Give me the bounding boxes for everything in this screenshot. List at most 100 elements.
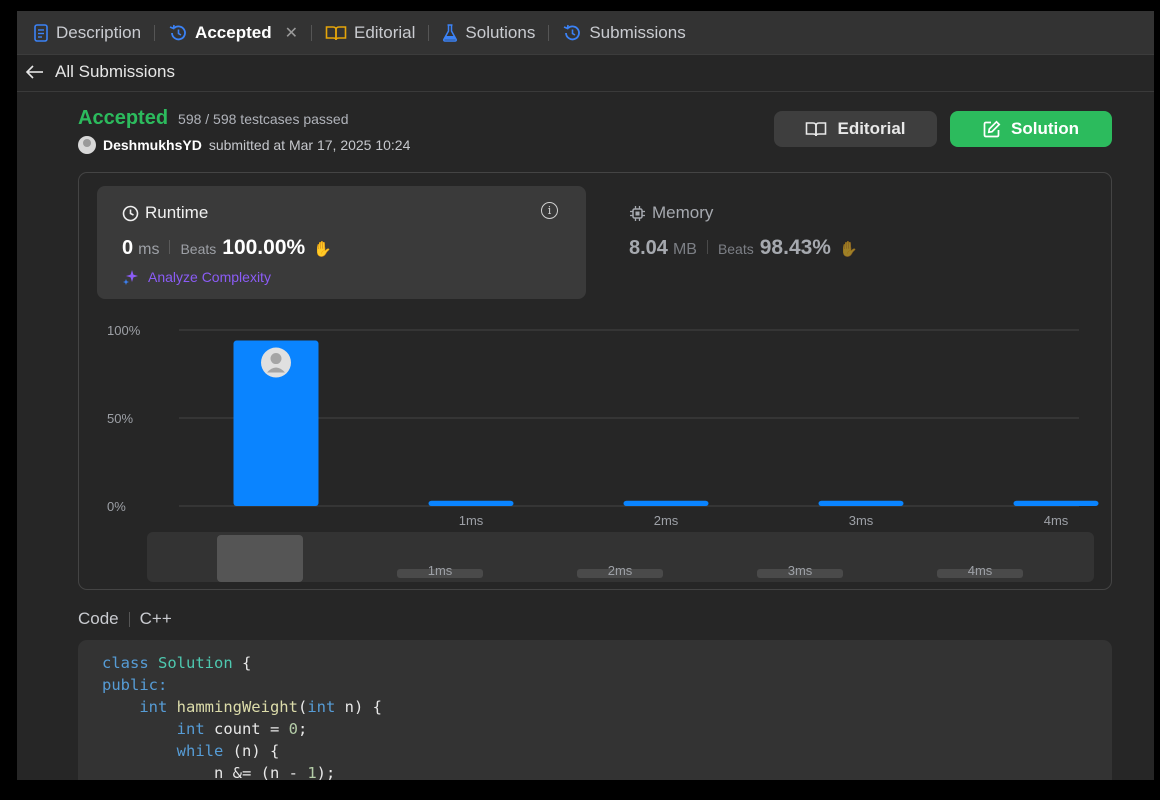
code-token: hammingWeight — [176, 698, 298, 716]
code-language: C++ — [139, 609, 172, 628]
tab-editorial[interactable]: Editorial — [325, 23, 415, 43]
tab-accepted[interactable]: Accepted ✕ — [168, 23, 298, 43]
code-token: 1 — [307, 764, 317, 780]
runtime-beats-percent: 100.00% — [222, 236, 306, 259]
tab-description[interactable]: Description — [33, 23, 141, 43]
document-icon — [34, 23, 48, 42]
tab-divider — [548, 24, 550, 41]
clap-icon: ✋ — [313, 241, 332, 258]
arrow-left-icon — [25, 65, 43, 79]
code-line: public: — [102, 674, 1088, 696]
editorial-button-label: Editorial — [837, 119, 906, 138]
code-token: n) { — [335, 698, 382, 716]
code-token: public: — [102, 676, 168, 694]
code-line: n &= (n - 1); — [102, 762, 1088, 780]
runtime-label-text: Runtime — [145, 203, 209, 222]
chart-bar[interactable] — [818, 500, 904, 506]
y-tick-label: 50% — [107, 411, 133, 426]
close-icon[interactable]: ✕ — [285, 23, 298, 43]
runtime-label: Runtime — [122, 203, 208, 223]
status-title: Accepted — [78, 107, 169, 129]
solution-button[interactable]: Solution — [950, 111, 1112, 147]
runtime-distribution-chart: 100% 50% 0% 1ms 2ms 3ms 4ms 1ms 2ms 3ms 4ms — [107, 323, 1099, 582]
code-token: Solution — [158, 654, 233, 672]
testcases-count: 598 / 598 testcases passed — [178, 111, 349, 127]
overview-tick-label: 3ms — [788, 563, 813, 578]
beats-label: Beats — [180, 241, 217, 257]
tab-label: Description — [56, 22, 142, 42]
history-icon — [169, 24, 186, 40]
code-token: count = — [213, 720, 289, 738]
analyze-complexity-link[interactable]: Analyze Complexity — [122, 268, 271, 286]
x-tick-label: 3ms — [849, 513, 874, 528]
runtime-metric: 0 ms Beats 100.00% ✋ — [122, 236, 332, 260]
edit-icon — [983, 120, 1001, 138]
back-to-submissions-link[interactable]: All Submissions — [25, 62, 175, 82]
tab-solutions[interactable]: Solutions — [442, 23, 535, 43]
code-token: while — [102, 742, 233, 760]
chip-icon — [630, 205, 645, 221]
beats-label: Beats — [717, 241, 754, 257]
flask-icon — [443, 23, 458, 42]
runtime-card[interactable]: Runtime i 0 ms Beats 100.00% ✋ Analyze C… — [97, 186, 586, 299]
chart-bar[interactable] — [623, 500, 709, 506]
divider — [128, 611, 130, 627]
memory-beats-percent: 98.43% — [759, 236, 831, 259]
y-tick-label: 100% — [107, 323, 141, 338]
avatar-marker-head — [270, 353, 282, 365]
memory-value: 8.04 — [629, 237, 668, 259]
code-token: (n) { — [232, 742, 280, 760]
history-icon — [564, 24, 581, 40]
tab-label: Accepted — [195, 22, 272, 42]
code-block[interactable]: class Solution { public: int hammingWeigh… — [78, 640, 1112, 780]
overview-window[interactable] — [217, 535, 303, 582]
submitter-info: DeshmukhsYD submitted at Mar 17, 2025 10… — [78, 136, 410, 154]
book-icon — [325, 25, 347, 40]
tab-submissions[interactable]: Submissions — [562, 22, 686, 43]
tab-divider — [428, 24, 430, 41]
code-line: while (n) { — [102, 740, 1088, 762]
memory-label[interactable]: Memory — [629, 203, 713, 223]
performance-panel: Runtime i 0 ms Beats 100.00% ✋ Analyze C… — [78, 172, 1112, 590]
solution-button-label: Solution — [1011, 119, 1079, 138]
info-icon[interactable]: i — [541, 202, 558, 219]
app-frame: Description Accepted ✕ Editorial Solutio… — [17, 11, 1154, 780]
code-line: int hammingWeight(int n) { — [102, 696, 1088, 718]
memory-metric: 8.04 MB Beats 98.43% ✋ — [629, 236, 858, 260]
runtime-value: 0 — [122, 237, 134, 259]
divider — [706, 240, 708, 254]
code-token: int — [307, 698, 336, 716]
x-tick-label: 1ms — [459, 513, 484, 528]
code-token: class — [102, 654, 158, 672]
code-token: int — [102, 720, 214, 738]
x-tick-label: 2ms — [654, 513, 679, 528]
clock-icon — [122, 205, 139, 221]
submission-status: Accepted 598 / 598 testcases passed — [78, 107, 348, 130]
memory-unit: MB — [672, 241, 697, 258]
tab-label: Solutions — [465, 22, 536, 42]
code-token: int — [102, 698, 177, 716]
tab-bar: Description Accepted ✕ Editorial Solutio… — [17, 11, 1154, 55]
tab-label: Submissions — [589, 22, 686, 42]
code-line: class Solution { — [102, 652, 1088, 674]
code-token: { — [232, 654, 252, 672]
tab-divider — [310, 24, 312, 41]
editorial-button[interactable]: Editorial — [774, 111, 937, 147]
code-token: ; — [297, 720, 308, 738]
avatar[interactable] — [78, 136, 96, 154]
runtime-unit: ms — [138, 241, 160, 258]
divider — [17, 91, 1154, 92]
tab-divider — [154, 24, 156, 41]
analyze-label: Analyze Complexity — [148, 269, 271, 285]
memory-label-text: Memory — [652, 203, 714, 222]
code-token: n &= (n - — [102, 764, 308, 780]
sparkle-icon — [123, 270, 138, 285]
username-link[interactable]: DeshmukhsYD — [103, 137, 202, 153]
code-label: Code — [78, 609, 119, 628]
code-header: Code C++ — [78, 609, 172, 629]
chart-bar[interactable] — [1013, 500, 1099, 506]
book-icon — [806, 122, 827, 137]
back-link-label: All Submissions — [55, 62, 175, 81]
overview-tick-label: 2ms — [608, 563, 633, 578]
chart-bar[interactable] — [428, 500, 514, 506]
